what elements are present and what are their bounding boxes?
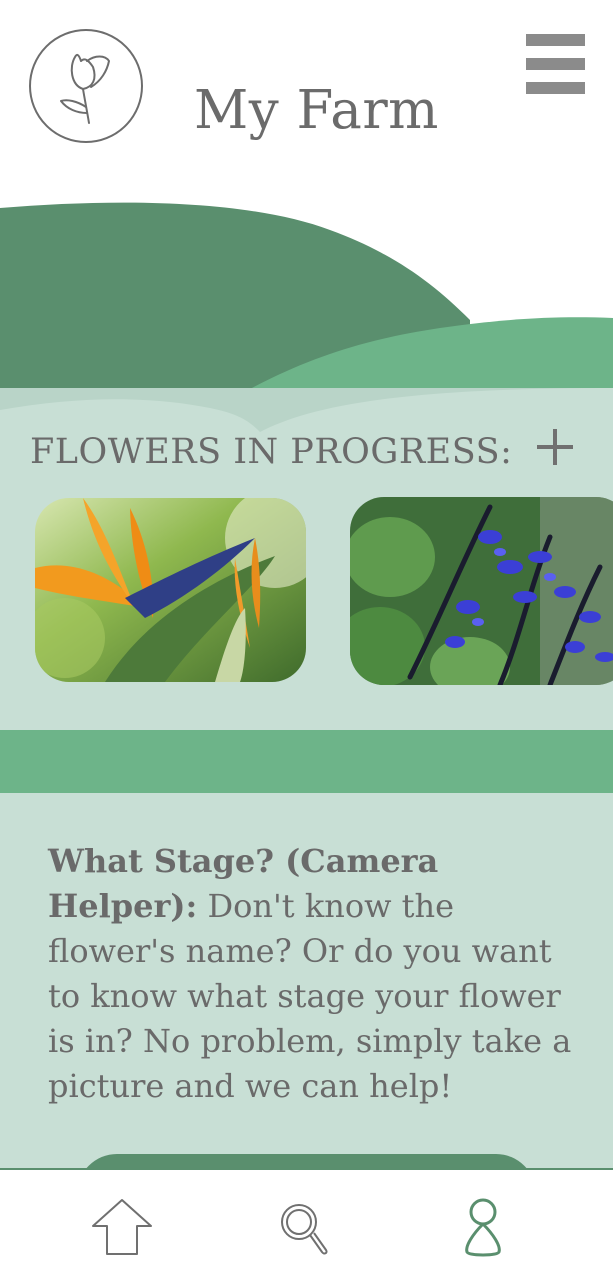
section-title: FLOWERS IN PROGRESS: (30, 432, 513, 472)
bottom-nav (0, 1168, 613, 1282)
hamburger-menu-icon[interactable] (526, 34, 585, 95)
profile-icon (465, 1198, 501, 1257)
logo (29, 29, 143, 143)
hill-shadow (0, 388, 613, 432)
camera-helper-section: What Stage? (Camera Helper): Don't know … (0, 793, 613, 1169)
add-flower-button[interactable] (530, 422, 580, 472)
bird-of-paradise-photo (35, 498, 306, 682)
app-header: My Farm (0, 0, 613, 210)
nav-profile[interactable] (448, 1194, 518, 1264)
purple-salvia-photo (350, 497, 613, 685)
hills-decoration (0, 202, 613, 400)
nav-home[interactable] (87, 1194, 157, 1264)
nav-search[interactable] (270, 1194, 340, 1264)
camera-helper-button[interactable] (77, 1154, 536, 1169)
flowers-in-progress-section: FLOWERS IN PROGRESS: (0, 388, 613, 730)
search-icon (281, 1204, 328, 1255)
helper-text: What Stage? (Camera Helper): Don't know … (48, 839, 578, 1109)
menu-bar (526, 34, 585, 46)
flower-card-bird-of-paradise[interactable] (35, 498, 306, 682)
page-title: My Farm (194, 80, 439, 141)
menu-bar (526, 58, 585, 70)
divider-band (0, 730, 613, 793)
tulip-icon (60, 53, 110, 124)
menu-bar (526, 82, 585, 94)
home-icon (92, 1199, 152, 1255)
flower-card-purple-salvia[interactable] (350, 497, 613, 685)
